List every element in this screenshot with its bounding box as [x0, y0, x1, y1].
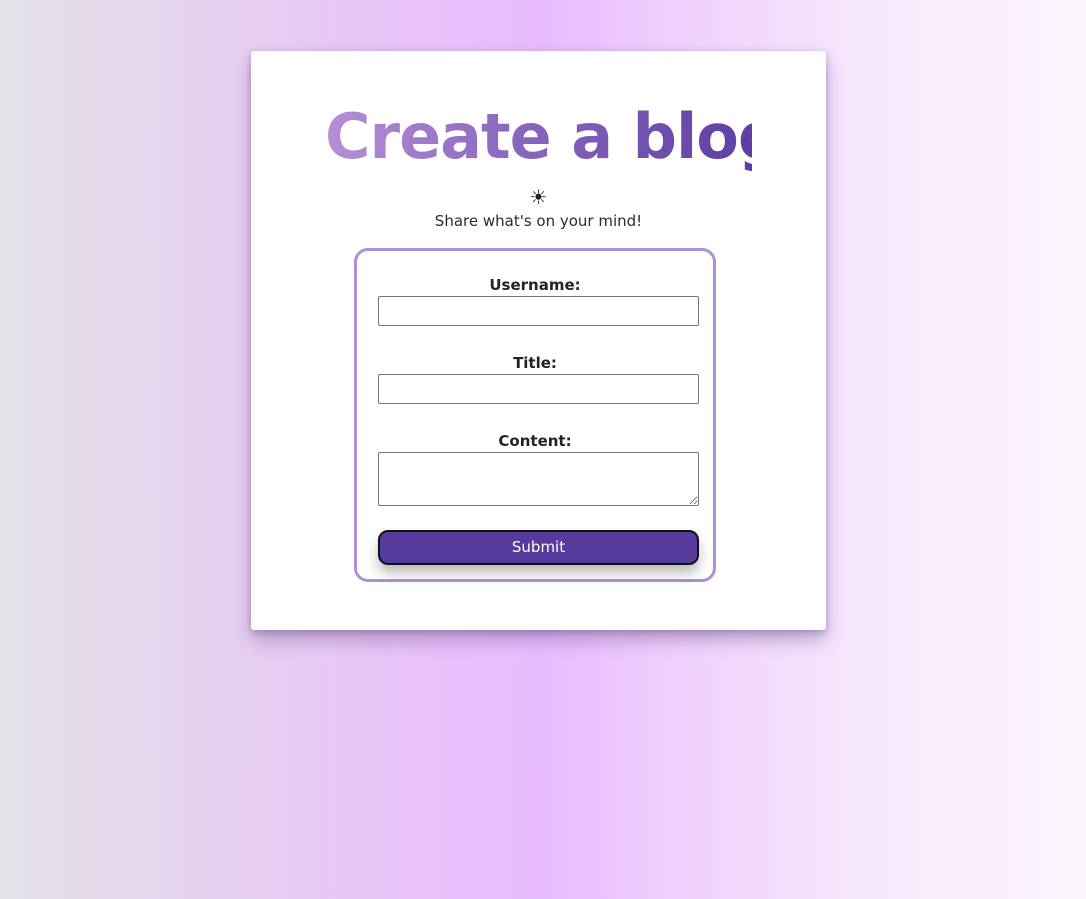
- content-label: Content:: [498, 432, 572, 450]
- username-input[interactable]: [378, 296, 699, 326]
- blog-card: Create a blog ☀ Share what's on your min…: [251, 51, 826, 630]
- page-subtitle: Share what's on your mind!: [434, 212, 643, 230]
- title-input[interactable]: [378, 374, 699, 404]
- page-title: Create a blog: [325, 97, 752, 177]
- blog-form: Username: Title: Content: Submit: [354, 248, 716, 582]
- username-label: Username:: [489, 276, 581, 294]
- page-title-wrapper: Create a blog: [325, 97, 752, 177]
- sun-icon[interactable]: ☀: [251, 186, 826, 208]
- submit-button[interactable]: Submit: [378, 530, 699, 565]
- content-textarea[interactable]: [378, 452, 699, 506]
- title-label: Title:: [513, 354, 557, 372]
